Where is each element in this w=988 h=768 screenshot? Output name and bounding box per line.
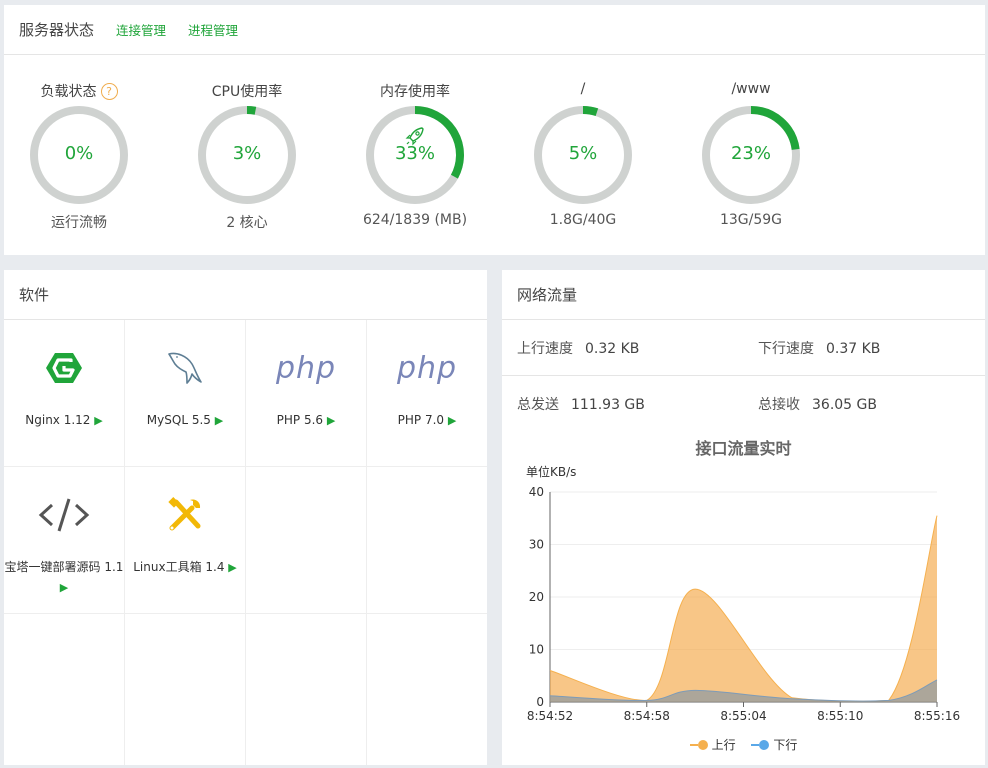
software-item-label: Nginx 1.12 bbox=[25, 413, 91, 427]
gauge-cpu-label: CPU使用率 bbox=[211, 84, 283, 100]
gauge-memory-label: 内存使用率 bbox=[380, 84, 450, 100]
php-icon: php bbox=[275, 350, 337, 386]
software-item-deploy[interactable]: 宝塔一键部署源码 1.1 ▶ bbox=[4, 467, 125, 614]
up-speed-value: 0.32 KB bbox=[585, 341, 640, 357]
software-empty-cell bbox=[125, 614, 246, 765]
mysql-dolphin-icon bbox=[168, 352, 202, 384]
software-empty-cell bbox=[367, 467, 487, 614]
software-title: 软件 bbox=[19, 286, 50, 304]
network-title: 网络流量 bbox=[517, 286, 578, 304]
gauge-load-sub: 运行流畅 bbox=[51, 215, 107, 231]
gauge-cpu-value: 3% bbox=[232, 143, 262, 164]
y-tick-label: 0 bbox=[536, 695, 544, 709]
y-tick-label: 20 bbox=[529, 590, 544, 604]
gauge-disk-www-label: /www bbox=[731, 81, 771, 97]
network-speed-row: 上行速度 0.32 KB 下行速度 0.37 KB bbox=[502, 320, 985, 376]
connection-manage-link[interactable]: 连接管理 bbox=[116, 20, 166, 39]
legend-dot bbox=[697, 740, 708, 750]
gauge-progress bbox=[582, 105, 599, 117]
software-empty-cell bbox=[367, 614, 487, 765]
gauge-disk-root-value: 5% bbox=[568, 143, 598, 164]
up-speed-label: 上行速度 bbox=[517, 341, 573, 357]
process-manage-link[interactable]: 进程管理 bbox=[188, 20, 238, 39]
software-item-label: Linux工具箱 1.4 bbox=[133, 560, 225, 574]
y-tick-label: 30 bbox=[529, 538, 544, 552]
play-icon[interactable]: ▶ bbox=[94, 414, 102, 427]
x-tick-label: 8:55:16 bbox=[914, 709, 960, 723]
play-icon[interactable]: ▶ bbox=[228, 561, 236, 574]
legend-down-label: 下行 bbox=[773, 738, 798, 752]
software-grid: Nginx 1.12 ▶ MySQL 5.5 ▶ php PHP 5.6 ▶ p… bbox=[4, 320, 487, 765]
server-status-panel: 服务器状态 连接管理 进程管理 负载状态? 0% 运行流畅 CPU使用率 3% … bbox=[4, 5, 985, 255]
gauge-load-label: 负载状态 bbox=[40, 84, 97, 100]
chart-title: 接口流量实时 bbox=[695, 439, 792, 458]
play-icon[interactable]: ▶ bbox=[215, 414, 223, 427]
code-icon bbox=[38, 498, 90, 532]
x-tick-label: 8:55:04 bbox=[720, 709, 766, 723]
x-tick-label: 8:54:52 bbox=[527, 709, 573, 723]
network-panel: 网络流量 上行速度 0.32 KB 下行速度 0.37 KB 总发送 111.93 G… bbox=[502, 270, 985, 765]
software-item-linux-tools[interactable]: Linux工具箱 1.4 ▶ bbox=[125, 467, 246, 614]
legend-item-up[interactable]: 上行 bbox=[689, 738, 740, 752]
network-total-row: 总发送 111.93 GB 总接收 36.05 GB bbox=[502, 376, 985, 431]
chart-legend: 上行 下行 bbox=[502, 736, 985, 753]
software-item-php56[interactable]: php PHP 5.6 ▶ bbox=[246, 320, 367, 467]
software-panel: 软件 Nginx 1.12 ▶ MySQL 5.5 ▶ php PHP 5.6 … bbox=[4, 270, 487, 765]
network-header: 网络流量 bbox=[502, 270, 985, 320]
series-area-up bbox=[550, 515, 937, 702]
gauge-progress bbox=[246, 106, 257, 115]
x-tick-label: 8:55:10 bbox=[817, 709, 863, 723]
down-speed-value: 0.37 KB bbox=[826, 341, 881, 357]
software-empty-cell bbox=[4, 614, 125, 765]
software-item-php70[interactable]: php PHP 7.0 ▶ bbox=[367, 320, 487, 467]
server-status-title: 服务器状态 bbox=[19, 21, 95, 39]
gauge-memory-value: 33% bbox=[394, 143, 435, 164]
total-sent-value: 111.93 GB bbox=[571, 397, 645, 413]
play-icon[interactable]: ▶ bbox=[60, 581, 68, 594]
gauge-disk-root-sub: 1.8G/40G bbox=[549, 212, 617, 228]
legend-item-down[interactable]: 下行 bbox=[751, 738, 797, 752]
software-item-label: PHP 5.6 bbox=[276, 413, 324, 427]
traffic-chart[interactable]: 单位KB/s 0 10 20 30 40 8:54:52 8:54:58 8:55:04 8:55… bbox=[502, 460, 985, 730]
gauge-load-value: 0% bbox=[64, 143, 94, 164]
play-icon[interactable]: ▶ bbox=[327, 414, 335, 427]
nginx-icon bbox=[46, 353, 82, 383]
software-item-label: MySQL 5.5 bbox=[146, 413, 211, 427]
legend-dot bbox=[759, 740, 770, 750]
help-icon[interactable]: ? bbox=[100, 83, 118, 100]
gauge-disk-www-sub: 13G/59G bbox=[719, 212, 783, 228]
total-recv-value: 36.05 GB bbox=[812, 397, 877, 413]
y-axis-unit-label: 单位KB/s bbox=[526, 464, 576, 479]
x-tick-label: 8:54:58 bbox=[624, 709, 670, 723]
software-item-nginx[interactable]: Nginx 1.12 ▶ bbox=[4, 320, 125, 467]
php-icon: php bbox=[396, 350, 458, 386]
y-tick-label: 40 bbox=[529, 485, 544, 499]
software-header: 软件 bbox=[4, 270, 487, 320]
software-item-mysql[interactable]: MySQL 5.5 ▶ bbox=[125, 320, 246, 467]
legend-up-label: 上行 bbox=[711, 738, 736, 752]
y-tick-label: 10 bbox=[529, 643, 544, 657]
software-empty-cell bbox=[246, 614, 367, 765]
software-item-label: 宝塔一键部署源码 1.1 bbox=[4, 560, 124, 574]
gauge-memory-sub: 624/1839 (MB) bbox=[362, 212, 468, 228]
legend-line bbox=[751, 744, 760, 746]
gauge-disk-root-label: / bbox=[580, 81, 586, 97]
gauge-cpu-sub: 2 核心 bbox=[226, 215, 268, 231]
tools-icon bbox=[168, 497, 201, 531]
software-empty-cell bbox=[246, 467, 367, 614]
software-item-label: PHP 7.0 bbox=[397, 413, 445, 427]
server-status-header: 服务器状态 连接管理 进程管理 bbox=[4, 5, 985, 55]
total-recv-label: 总接收 bbox=[758, 397, 800, 413]
total-sent-label: 总发送 bbox=[517, 397, 559, 413]
play-icon[interactable]: ▶ bbox=[448, 414, 456, 427]
down-speed-label: 下行速度 bbox=[758, 341, 814, 357]
gauge-disk-www-value: 23% bbox=[730, 143, 771, 164]
legend-line bbox=[689, 744, 698, 746]
